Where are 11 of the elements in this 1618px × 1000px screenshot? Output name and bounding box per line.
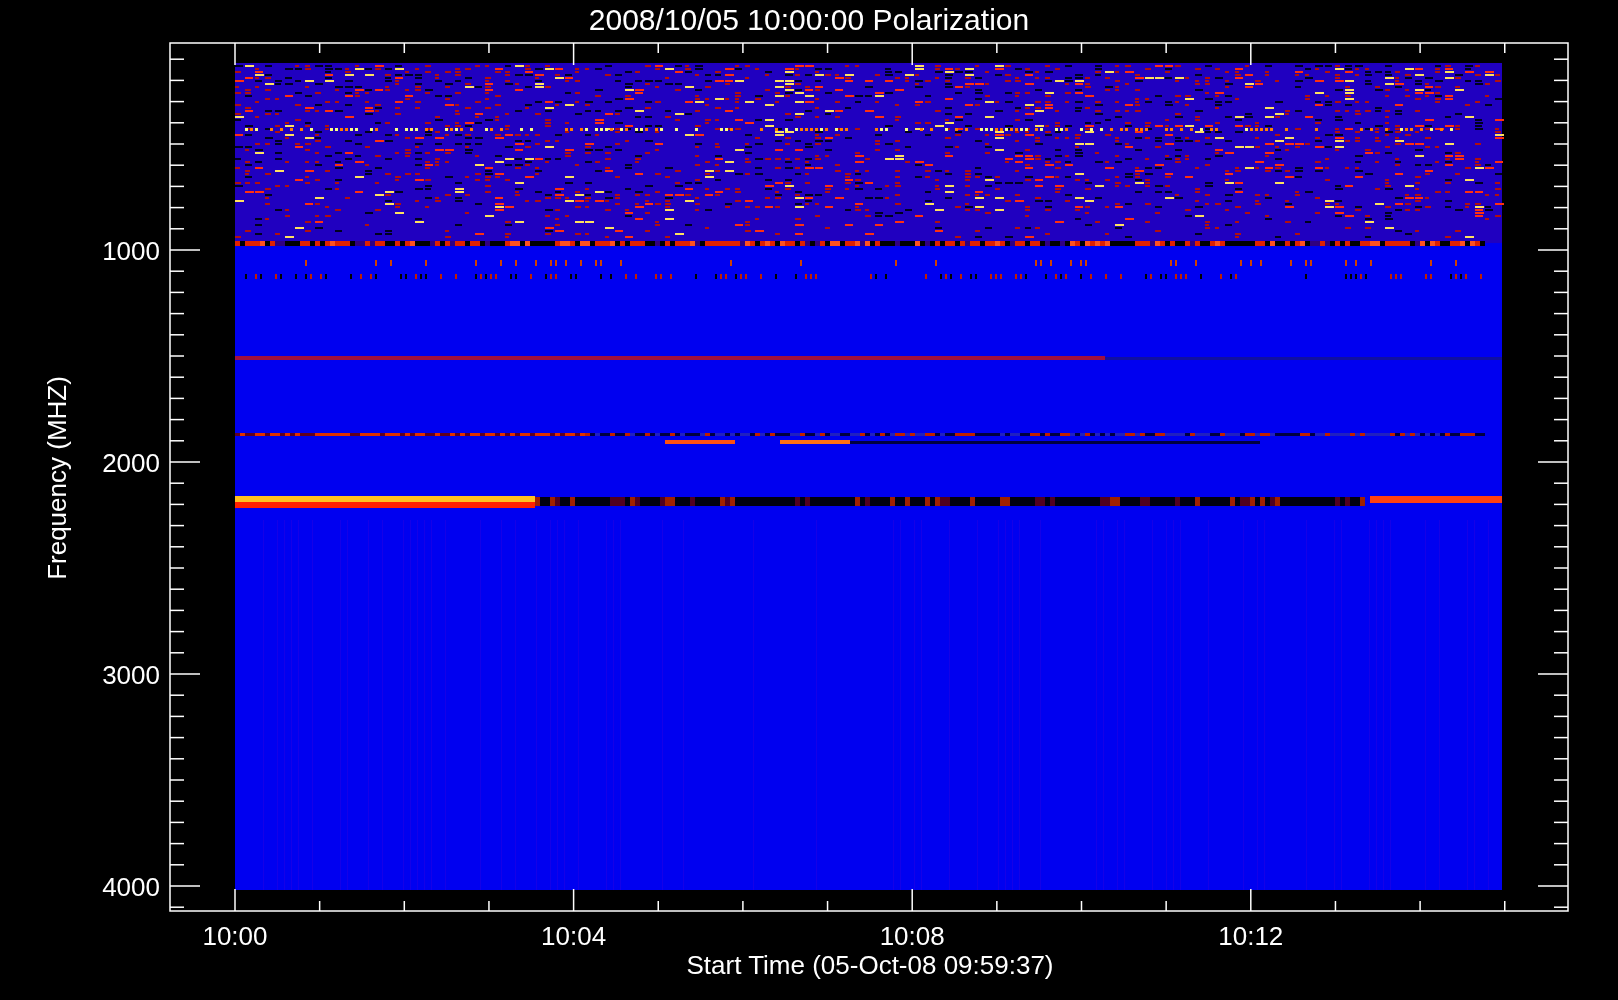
y-tick-label: 4000 <box>102 872 160 902</box>
x-tick-label: 10:04 <box>541 921 607 951</box>
x-axis-title: Start Time (05-Oct-08 09:59:37) <box>686 950 1054 980</box>
x-tick-label: 10:08 <box>879 921 945 951</box>
x-tick-label: 10:00 <box>202 921 268 951</box>
y-tick-label: 2000 <box>102 448 160 478</box>
chart-title: 2008/10/05 10:00:00 Polarization <box>588 3 1030 36</box>
y-tick-label: 3000 <box>102 660 160 690</box>
x-tick-label: 10:12 <box>1218 921 1284 951</box>
y-axis-title: Frequency (MHZ) <box>42 376 72 580</box>
y-tick-label: 1000 <box>102 236 160 266</box>
